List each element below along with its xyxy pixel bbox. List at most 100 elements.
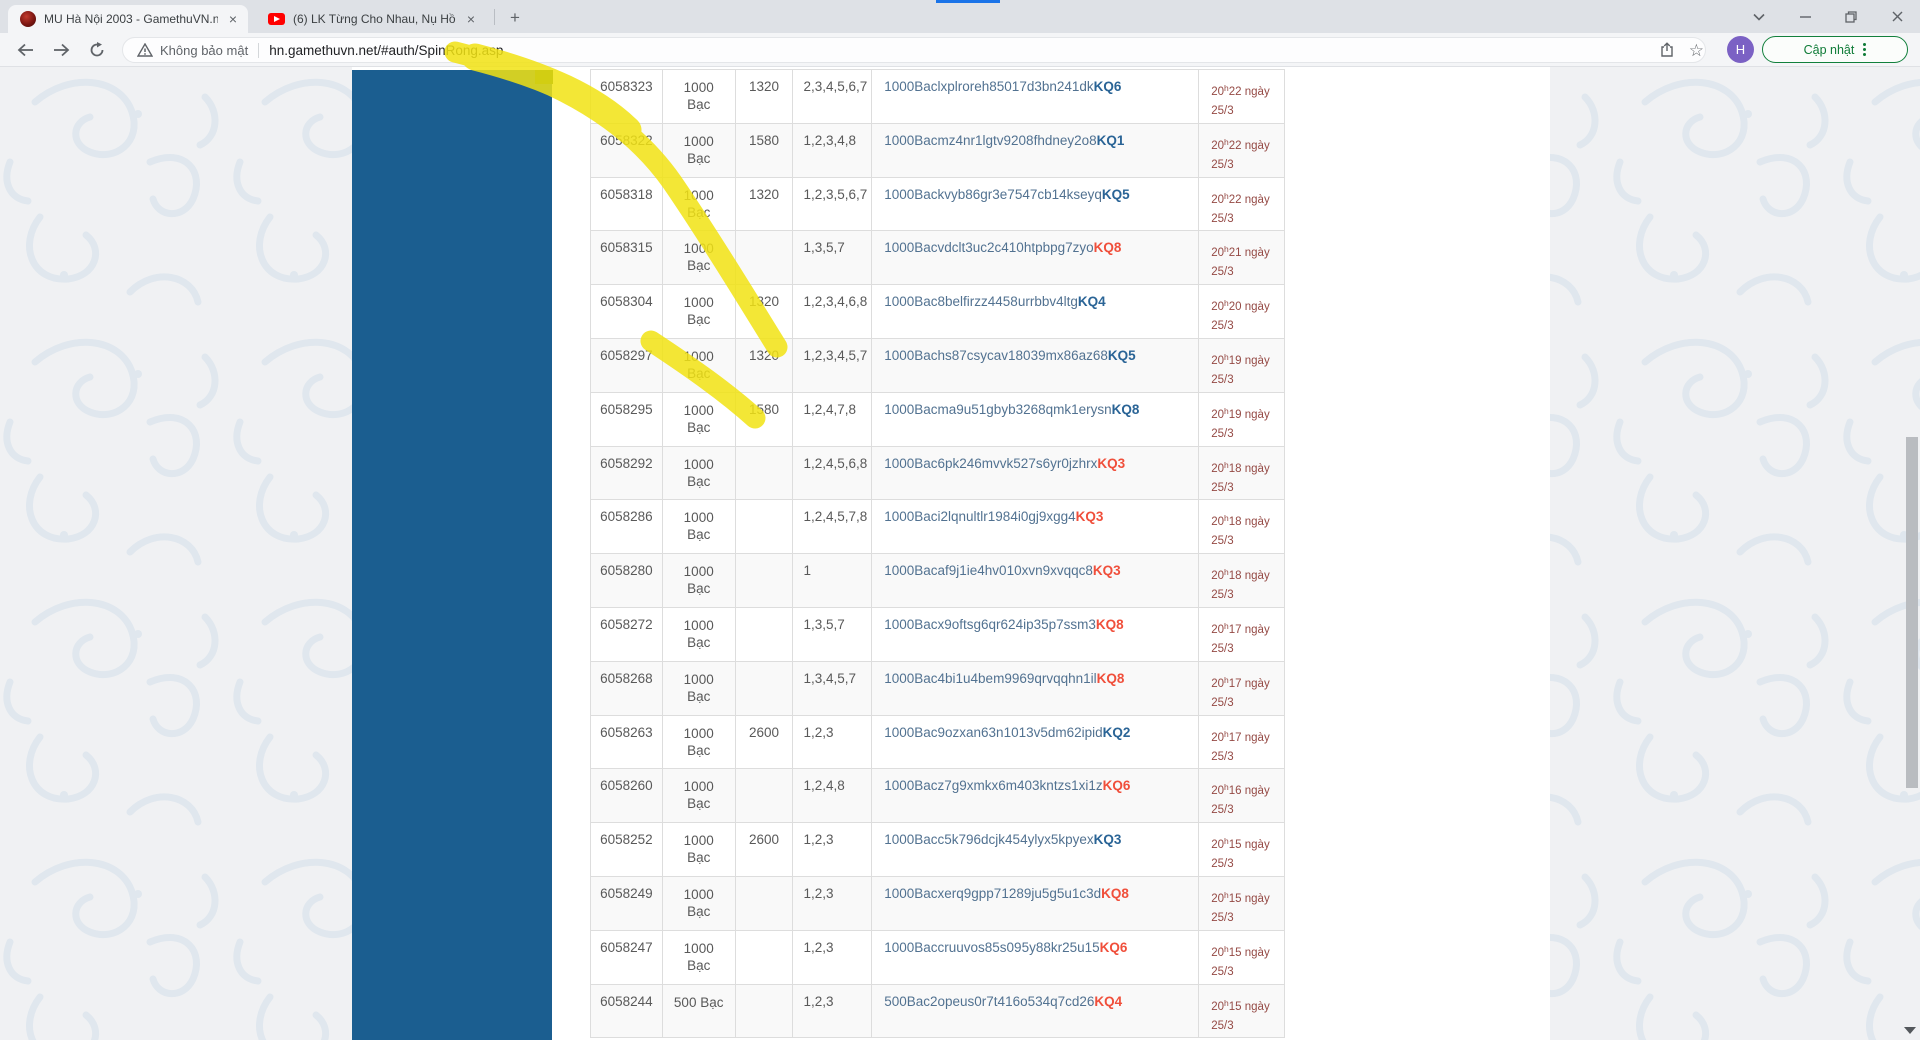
youtube-favicon xyxy=(268,13,285,25)
cell-transaction-id: 6058286 xyxy=(591,500,663,554)
spin-code: 1000Bacvdclt3uc2c410htpbpg7zyo xyxy=(884,240,1094,256)
update-button[interactable]: Cập nhật xyxy=(1762,36,1908,63)
result-link[interactable]: KQ3 xyxy=(1093,563,1121,578)
spin-code: 1000Bacx9oftsg6qr624ip35p7ssm3 xyxy=(884,616,1096,632)
cell-spin-code: 1000Bacc5k796dcjk454ylyx5kpyexKQ3 xyxy=(872,823,1200,876)
close-icon[interactable] xyxy=(1874,0,1920,33)
restore-icon[interactable] xyxy=(1828,0,1874,33)
back-icon[interactable] xyxy=(12,37,38,63)
tab-youtube[interactable]: (6) LK Từng Cho Nhau, Nụ Hồng × xyxy=(256,5,486,33)
cell-transaction-id: 6058252 xyxy=(591,823,663,876)
cell-bet-value: 1580 xyxy=(736,392,794,446)
tab-mu-hanoi[interactable]: MU Hà Nội 2003 - GamethuVN.n × xyxy=(8,5,248,33)
result-link[interactable]: KQ5 xyxy=(1102,187,1130,202)
result-link[interactable]: KQ4 xyxy=(1078,294,1106,309)
cell-timestamp: 20h18 ngày 25/3 xyxy=(1199,554,1284,607)
result-link[interactable]: KQ6 xyxy=(1103,778,1131,793)
cell-chosen-numbers: 1,2,4,5,7,8 xyxy=(793,500,873,554)
cell-date: 25/3 xyxy=(1211,481,1234,494)
cell-amount: 1000 Bạc xyxy=(663,392,736,446)
result-link[interactable]: KQ8 xyxy=(1101,886,1129,901)
cell-date: 25/3 xyxy=(1211,858,1234,871)
spin-code: 1000Bachs87csycav18039mx86az68 xyxy=(884,347,1108,363)
table-row: 6058244 500 Bạc 1,2,3 500Bac2opeus0r7t41… xyxy=(591,984,1284,1039)
cell-transaction-id: 6058297 xyxy=(591,338,663,392)
result-link[interactable]: KQ3 xyxy=(1097,456,1125,471)
cell-timestamp: 20h21 ngày 25/3 xyxy=(1199,231,1284,284)
result-link[interactable]: KQ1 xyxy=(1097,133,1125,148)
cell-chosen-numbers: 1,2,4,5,6,8 xyxy=(793,446,873,500)
tab-strip: MU Hà Nội 2003 - GamethuVN.n × (6) LK Từ… xyxy=(0,0,1920,33)
cell-timestamp: 20h19 ngày 25/3 xyxy=(1199,393,1284,446)
spin-code: 1000Baci2lqnultlr1984i0gj9xgg4 xyxy=(884,509,1076,525)
cell-transaction-id: 6058272 xyxy=(591,607,663,661)
cell-spin-code: 1000Bacmz4nr1lgtv9208fhdney2o8KQ1 xyxy=(872,123,1200,177)
cell-timestamp: 20h17 ngày 25/3 xyxy=(1199,608,1284,661)
forward-icon[interactable] xyxy=(48,37,74,63)
table-row: 6058268 1000 Bạc 1,3,4,5,7 1000Bac4bi1u4… xyxy=(591,661,1284,716)
result-link[interactable]: KQ3 xyxy=(1094,832,1122,847)
result-link[interactable]: KQ2 xyxy=(1103,725,1131,740)
tab-close-icon[interactable]: × xyxy=(224,10,242,28)
cell-date: 25/3 xyxy=(1211,158,1234,171)
tab-search-chevron-icon[interactable] xyxy=(1736,0,1782,33)
cell-transaction-id: 6058280 xyxy=(591,554,663,607)
spin-code: 1000Baccruuvos85s095y88kr25u15 xyxy=(884,939,1100,955)
cell-amount: 1000 Bạc xyxy=(663,231,736,285)
browser-window: MU Hà Nội 2003 - GamethuVN.n × (6) LK Từ… xyxy=(0,0,1920,1040)
profile-avatar[interactable]: H xyxy=(1727,36,1754,63)
cell-amount: 1000 Bạc xyxy=(663,930,736,984)
bookmark-star-icon[interactable]: ☆ xyxy=(1689,42,1704,59)
more-vert-icon[interactable] xyxy=(1863,43,1867,56)
table-row: 6058263 1000 Bạc 2600 1,2,3 1000Bac9ozxa… xyxy=(591,715,1284,770)
table-row: 6058292 1000 Bạc 1,2,4,5,6,8 1000Bac6pk2… xyxy=(591,446,1284,501)
result-link[interactable]: KQ8 xyxy=(1112,402,1140,417)
cell-chosen-numbers: 1 xyxy=(793,554,873,607)
cell-bet-value: 2600 xyxy=(736,715,794,769)
cell-date: 25/3 xyxy=(1211,804,1234,817)
result-link[interactable]: KQ5 xyxy=(1108,348,1136,363)
result-link[interactable]: KQ6 xyxy=(1094,79,1122,94)
cell-transaction-id: 6058263 xyxy=(591,715,663,769)
minimize-icon[interactable] xyxy=(1782,0,1828,33)
address-bar[interactable]: Không bảo mật hn.gamethuvn.net/#auth/Spi… xyxy=(122,37,1706,63)
cell-chosen-numbers: 1,3,4,5,7 xyxy=(793,661,873,715)
result-link[interactable]: KQ6 xyxy=(1100,940,1128,955)
result-link[interactable]: KQ8 xyxy=(1096,617,1124,632)
cell-timestamp: 20h17 ngày 25/3 xyxy=(1199,716,1284,769)
cell-timestamp: 20h18 ngày 25/3 xyxy=(1199,500,1284,553)
table-row: 6058322 1000 Bạc 1580 1,2,3,4,8 1000Bacm… xyxy=(591,123,1284,178)
cell-transaction-id: 6058318 xyxy=(591,177,663,231)
cell-spin-code: 1000Baclxplroreh85017d3bn241dkKQ6 xyxy=(872,70,1200,123)
mu-favicon xyxy=(20,11,36,27)
scrollbar-down-arrow[interactable] xyxy=(1904,1027,1916,1034)
table-row: 6058297 1000 Bạc 1320 1,2,3,4,5,7 1000Ba… xyxy=(591,338,1284,393)
spin-code: 1000Bacaf9j1ie4hv010xvn9xvqqc8 xyxy=(884,563,1093,579)
new-tab-button[interactable]: + xyxy=(502,5,528,31)
security-chip[interactable]: Không bảo mật xyxy=(137,43,248,58)
cell-timestamp: 20h22 ngày 25/3 xyxy=(1199,70,1284,123)
spin-code: 1000Bacxerq9gpp71289ju5g5u1c3d xyxy=(884,885,1102,901)
result-link[interactable]: KQ8 xyxy=(1094,240,1122,255)
spin-code: 1000Bacc5k796dcjk454ylyx5kpyex xyxy=(884,832,1094,848)
share-icon[interactable] xyxy=(1659,42,1675,58)
table-row: 6058304 1000 Bạc 1320 1,2,3,4,6,8 1000Ba… xyxy=(591,285,1284,339)
cell-chosen-numbers: 1,2,4,8 xyxy=(793,769,873,823)
tab-close-icon[interactable]: × xyxy=(462,10,480,28)
cell-timestamp: 20h15 ngày 25/3 xyxy=(1199,877,1284,930)
reload-icon[interactable] xyxy=(84,37,110,63)
cell-bet-value: 1320 xyxy=(736,338,794,392)
cell-amount: 500 Bạc xyxy=(663,984,736,1038)
spin-code: 1000Baclxplroreh85017d3bn241dk xyxy=(884,79,1094,94)
result-link[interactable]: KQ8 xyxy=(1097,671,1125,686)
table-row: 6058286 1000 Bạc 1,2,4,5,7,8 1000Baci2lq… xyxy=(591,500,1284,555)
spin-code: 500Bac2opeus0r7t416o534q7cd26 xyxy=(884,993,1095,1009)
cell-chosen-numbers: 1,2,3 xyxy=(793,984,873,1038)
cell-date: 25/3 xyxy=(1211,1019,1234,1032)
cell-spin-code: 1000Bacma9u51gbyb3268qmk1erysnKQ8 xyxy=(872,392,1200,446)
cell-bet-value xyxy=(736,661,794,715)
result-link[interactable]: KQ4 xyxy=(1094,994,1122,1009)
scrollbar-thumb[interactable] xyxy=(1906,437,1918,788)
result-link[interactable]: KQ3 xyxy=(1076,509,1104,524)
cell-transaction-id: 6058322 xyxy=(591,123,663,177)
